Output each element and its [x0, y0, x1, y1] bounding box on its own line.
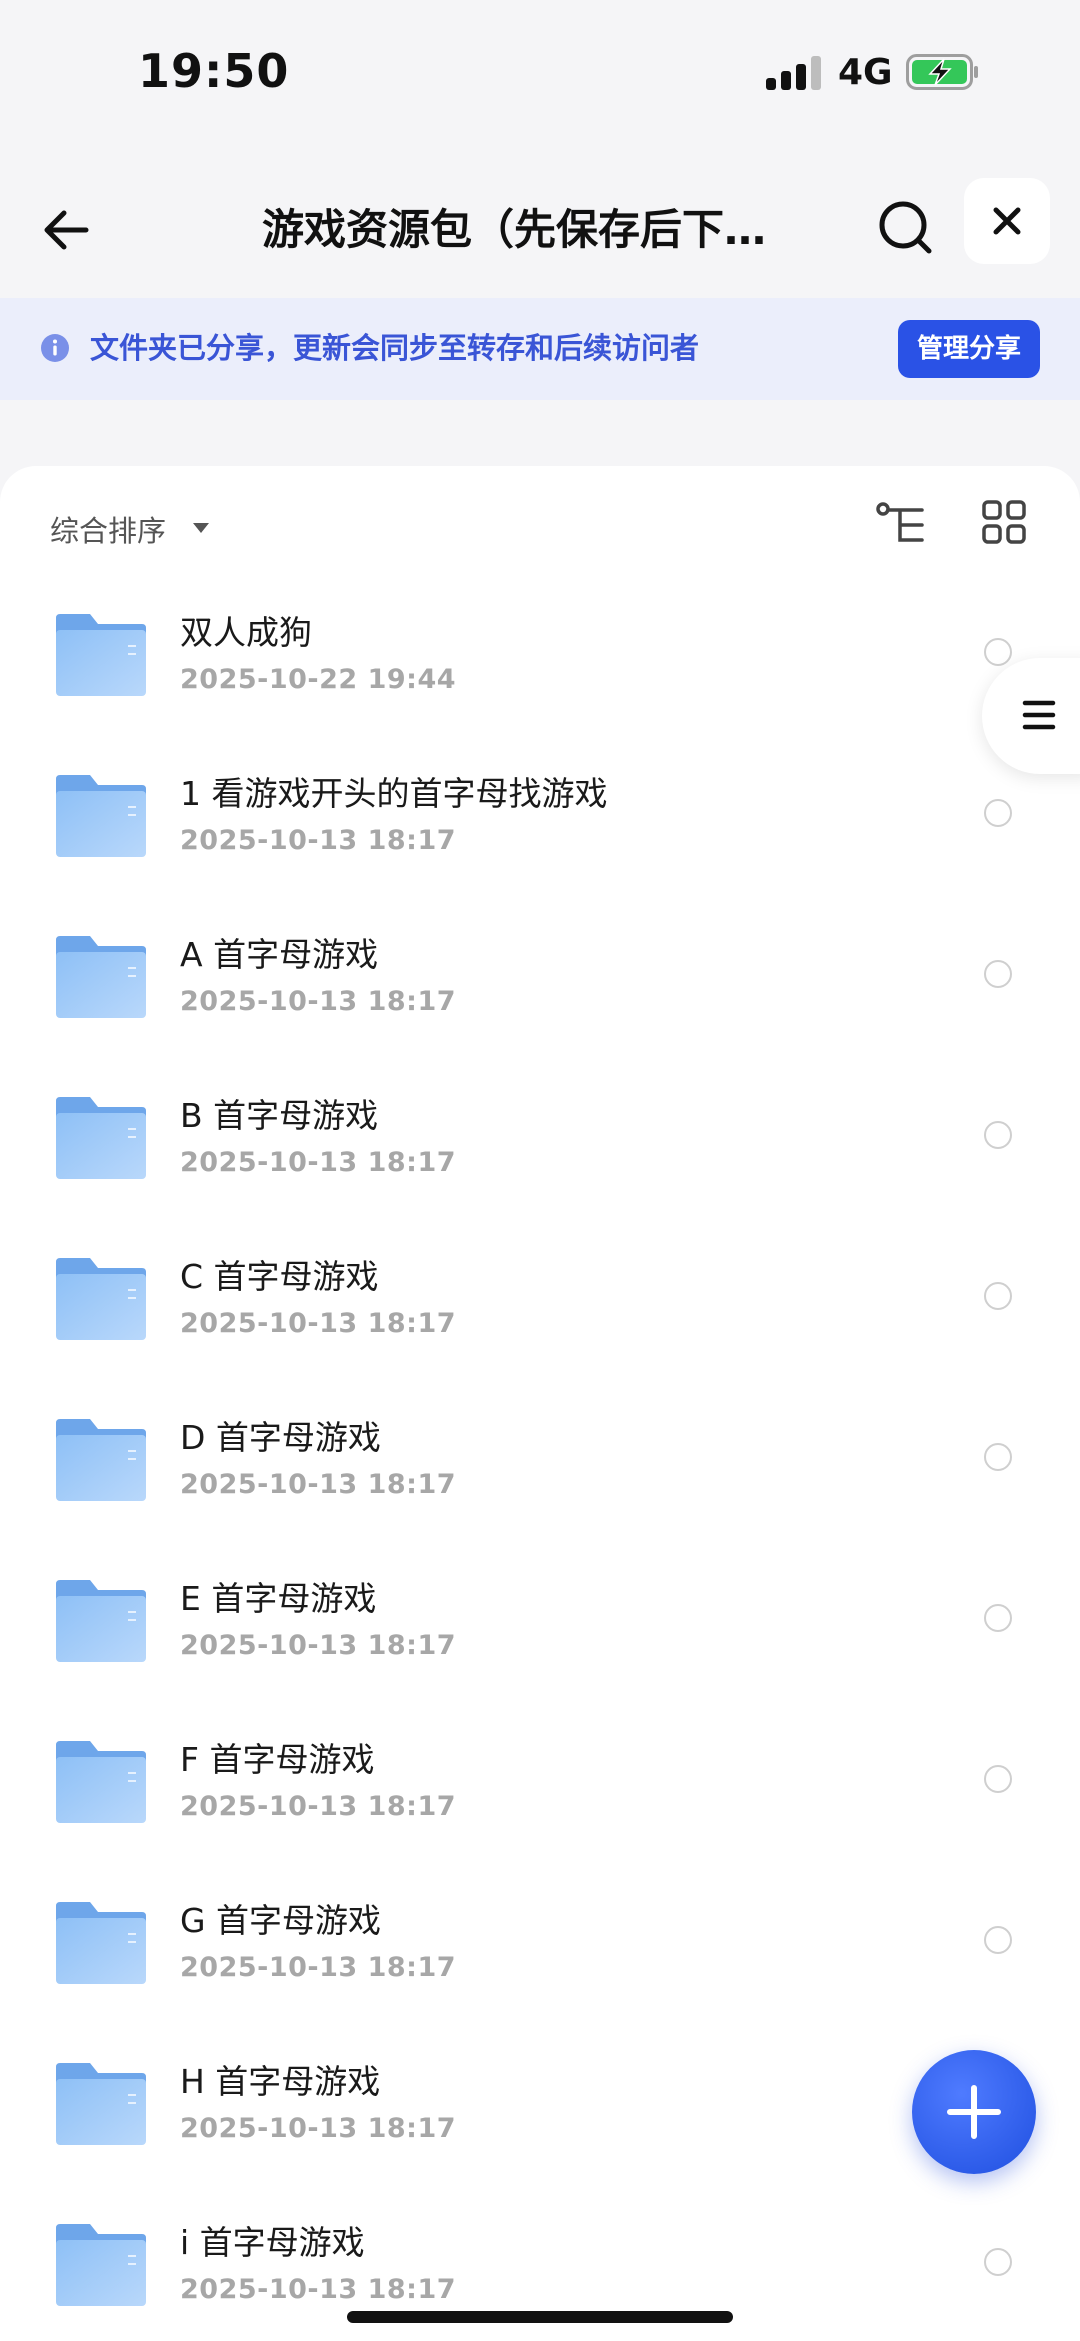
- signal-icon: [766, 56, 822, 90]
- file-date: 2025-10-22 19:44: [180, 664, 457, 695]
- file-name: D 首字母游戏: [180, 1418, 381, 1457]
- manage-share-button[interactable]: 管理分享: [898, 320, 1040, 378]
- file-date: 2025-10-13 18:17: [180, 2113, 457, 2144]
- file-name: 1 看游戏开头的首字母找游戏: [180, 774, 608, 813]
- file-row[interactable]: 1 看游戏开头的首字母找游戏 2025-10-13 18:17: [0, 753, 1080, 914]
- select-radio[interactable]: [984, 799, 1012, 827]
- info-icon: [41, 334, 69, 362]
- share-notice-banner: 文件夹已分享，更新会同步至转存和后续访问者 管理分享: [0, 298, 1080, 400]
- network-label: 4G: [838, 52, 893, 93]
- folder-icon: [56, 2063, 146, 2145]
- file-name: 双人成狗: [180, 613, 312, 652]
- file-list: 双人成狗 2025-10-22 19:44 1 看游戏开头的首字母找游戏 2025-1…: [0, 592, 1080, 2341]
- file-row[interactable]: A 首字母游戏 2025-10-13 18:17: [0, 914, 1080, 1075]
- file-row[interactable]: B 首字母游戏 2025-10-13 18:17: [0, 1075, 1080, 1236]
- select-radio[interactable]: [984, 960, 1012, 988]
- file-name: A 首字母游戏: [180, 935, 379, 974]
- file-row[interactable]: C 首字母游戏 2025-10-13 18:17: [0, 1236, 1080, 1397]
- file-name: B 首字母游戏: [180, 1096, 379, 1135]
- sort-dropdown[interactable]: 综合排序: [50, 508, 166, 550]
- file-row[interactable]: E 首字母游戏 2025-10-13 18:17: [0, 1558, 1080, 1719]
- select-radio[interactable]: [984, 1443, 1012, 1471]
- file-row[interactable]: F 首字母游戏 2025-10-13 18:17: [0, 1719, 1080, 1880]
- file-date: 2025-10-13 18:17: [180, 825, 457, 856]
- file-date: 2025-10-13 18:17: [180, 986, 457, 1017]
- select-radio[interactable]: [984, 1121, 1012, 1149]
- file-date: 2025-10-13 18:17: [180, 1630, 457, 1661]
- folder-icon: [56, 936, 146, 1018]
- file-name: H 首字母游戏: [180, 2062, 381, 2101]
- folder-icon: [56, 1741, 146, 1823]
- plus-icon: [947, 2085, 1001, 2139]
- add-button[interactable]: [912, 2050, 1036, 2174]
- file-row[interactable]: D 首字母游戏 2025-10-13 18:17: [0, 1397, 1080, 1558]
- folder-icon: [56, 2224, 146, 2306]
- folder-icon: [56, 1419, 146, 1501]
- select-radio[interactable]: [984, 1926, 1012, 1954]
- select-radio[interactable]: [984, 1282, 1012, 1310]
- file-date: 2025-10-13 18:17: [180, 1469, 457, 1500]
- file-date: 2025-10-13 18:17: [180, 1308, 457, 1339]
- select-radio[interactable]: [984, 638, 1012, 666]
- home-indicator[interactable]: [347, 2311, 733, 2323]
- file-name: F 首字母游戏: [180, 1740, 375, 1779]
- folder-icon: [56, 775, 146, 857]
- folder-icon: [56, 1258, 146, 1340]
- file-row[interactable]: 双人成狗 2025-10-22 19:44: [0, 592, 1080, 753]
- notice-text: 文件夹已分享，更新会同步至转存和后续访问者: [90, 331, 700, 365]
- folder-icon: [56, 614, 146, 696]
- select-radio[interactable]: [984, 1765, 1012, 1793]
- file-name: C 首字母游戏: [180, 1257, 379, 1296]
- file-name: i 首字母游戏: [180, 2223, 365, 2262]
- file-name: E 首字母游戏: [180, 1579, 377, 1618]
- select-radio[interactable]: [984, 1604, 1012, 1632]
- file-row[interactable]: G 首字母游戏 2025-10-13 18:17: [0, 1880, 1080, 2041]
- select-radio[interactable]: [984, 2248, 1012, 2276]
- search-icon[interactable]: [874, 196, 938, 260]
- file-date: 2025-10-13 18:17: [180, 1791, 457, 1822]
- close-icon: [993, 207, 1021, 235]
- folder-icon: [56, 1580, 146, 1662]
- folder-icon: [56, 1097, 146, 1179]
- file-name: G 首字母游戏: [180, 1901, 382, 1940]
- grid-view-icon[interactable]: [982, 500, 1026, 544]
- back-arrow-icon[interactable]: [36, 198, 100, 262]
- caret-down-icon[interactable]: [192, 522, 210, 534]
- navigation-header: 游戏资源包（先保存后下载...: [0, 170, 1080, 300]
- tree-view-icon[interactable]: [876, 502, 928, 548]
- file-date: 2025-10-13 18:17: [180, 2274, 457, 2305]
- battery-charging-icon: [906, 54, 978, 90]
- folder-icon: [56, 1902, 146, 1984]
- status-time: 19:50: [138, 44, 290, 98]
- page-title: 游戏资源包（先保存后下载...: [262, 205, 802, 254]
- close-button[interactable]: [964, 178, 1050, 264]
- status-bar: 19:50 4G: [0, 0, 1080, 140]
- file-date: 2025-10-13 18:17: [180, 1952, 457, 1983]
- file-list-sheet: 综合排序 双人成狗 2025-10-22 19:44 1 看游戏开头的首字母找游戏 2…: [0, 466, 1080, 2341]
- file-date: 2025-10-13 18:17: [180, 1147, 457, 1178]
- menu-icon: [1022, 700, 1056, 730]
